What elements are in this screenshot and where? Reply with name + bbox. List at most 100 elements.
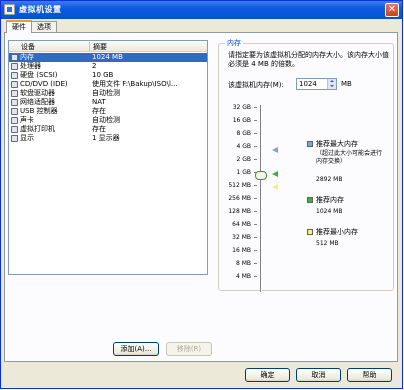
printer-icon xyxy=(11,126,18,133)
memory-slider-thumb[interactable] xyxy=(255,171,267,180)
recommended-max-marker-icon xyxy=(272,147,278,153)
scale-tick xyxy=(254,133,257,134)
floppy-icon xyxy=(11,90,18,97)
scale-label: 8 MB xyxy=(235,260,251,267)
scale-tick xyxy=(254,224,257,225)
legend-recommended-swatch xyxy=(307,197,313,203)
scale-label: 32 GB xyxy=(232,104,251,111)
legend-max-value: 2892 MB xyxy=(316,176,343,183)
hard-disk-icon xyxy=(11,72,18,79)
column-header-device[interactable]: 设备 xyxy=(21,42,35,52)
device-name: 网络适配器 xyxy=(20,98,55,106)
device-name: 软盘驱动器 xyxy=(20,89,55,97)
column-header-summary[interactable]: 摘要 xyxy=(93,42,107,52)
tab-hardware[interactable]: 硬件 xyxy=(6,20,32,33)
device-row[interactable]: USB 控制器 存在 xyxy=(9,107,207,116)
scale-tick xyxy=(254,185,257,186)
device-name: USB 控制器 xyxy=(20,107,58,115)
memory-slider-track[interactable] xyxy=(260,105,262,292)
add-device-button[interactable]: 添加(A)... xyxy=(113,342,159,356)
memory-unit: MB xyxy=(341,80,352,88)
device-name: 硬盘 (SCSI) xyxy=(20,71,58,79)
remove-device-button[interactable]: 移除(R) xyxy=(166,342,212,356)
device-row[interactable]: 处理器 2 xyxy=(9,62,207,71)
column-divider[interactable] xyxy=(89,42,90,51)
device-row[interactable]: 虚拟打印机 存在 xyxy=(9,125,207,134)
memory-spinbox[interactable]: 1024 xyxy=(296,78,337,90)
scale-label: 32 MB xyxy=(232,234,251,241)
device-row[interactable]: CD/DVD (IDE) 使用文件 F:\Bakup\ISO\l... xyxy=(9,80,207,89)
device-summary: 存在 xyxy=(92,125,106,133)
close-button[interactable]: ✕ xyxy=(385,3,399,17)
scale-tick xyxy=(254,250,257,251)
device-name: CD/DVD (IDE) xyxy=(20,80,68,88)
scale-tick xyxy=(254,211,257,212)
scale-label: 2 GB xyxy=(236,156,252,163)
device-name: 显示 xyxy=(20,134,34,142)
scale-tick xyxy=(254,198,257,199)
memory-group-label: 内存 xyxy=(225,38,243,48)
device-name: 虚拟打印机 xyxy=(20,125,55,133)
device-summary: 自动检测 xyxy=(92,89,120,97)
scale-tick xyxy=(254,237,257,238)
device-summary: 自动检测 xyxy=(92,116,120,124)
scale-label: 512 MB xyxy=(228,182,251,189)
device-row[interactable]: 内存 1024 MB xyxy=(9,53,207,62)
scale-label: 256 MB xyxy=(228,195,251,202)
scale-label: 1 GB xyxy=(236,169,252,176)
recommended-marker-icon xyxy=(272,171,278,177)
memory-value[interactable]: 1024 xyxy=(299,80,317,88)
scale-tick xyxy=(254,120,257,121)
display-icon xyxy=(11,135,18,142)
spin-buttons[interactable] xyxy=(327,79,336,89)
scale-label: 64 MB xyxy=(232,221,251,228)
help-button[interactable]: 帮助 xyxy=(347,368,392,382)
sound-card-icon xyxy=(11,117,18,124)
memory-description: 请指定要为该虚拟机分配的内存大小。该内存大小值必须是 4 MB 的倍数。 xyxy=(228,51,389,68)
device-row[interactable]: 网络适配器 NAT xyxy=(9,98,207,107)
list-header: 设备 摘要 xyxy=(9,41,207,52)
legend-min-value: 512 MB xyxy=(316,240,339,247)
device-row[interactable]: 软盘驱动器 自动检测 xyxy=(9,89,207,98)
scale-label: 16 GB xyxy=(232,117,251,124)
device-summary: 存在 xyxy=(92,107,106,115)
scale-tick xyxy=(254,263,257,264)
title-bar[interactable]: 虚拟机设置 ✕ xyxy=(1,1,402,19)
scale-label: 128 MB xyxy=(228,208,251,215)
close-icon: ✕ xyxy=(387,4,397,15)
memory-icon xyxy=(11,54,18,61)
scale-tick xyxy=(254,107,257,108)
device-list[interactable]: 设备 摘要 内存 1024 MB 处理器 2 硬盘 (SCSI) 10 GB CD/DVD … xyxy=(8,40,208,275)
scale-tick xyxy=(254,159,257,160)
scale-tick xyxy=(254,146,257,147)
cd-dvd-icon xyxy=(11,81,18,88)
device-row[interactable]: 显示 1 显示器 xyxy=(9,134,207,143)
legend-max-note: （超过此大小可能会进行内存交换） xyxy=(316,150,383,165)
cancel-button[interactable]: 取消 xyxy=(296,368,341,382)
scale-label: 16 MB xyxy=(232,247,251,254)
legend-min-swatch xyxy=(307,229,313,235)
scale-label: 4 GB xyxy=(236,143,252,150)
scale-label: 8 GB xyxy=(236,130,252,137)
usb-controller-icon xyxy=(11,108,18,115)
ok-button[interactable]: 确定 xyxy=(245,368,290,382)
device-summary: 10 GB xyxy=(92,71,114,79)
legend-max-swatch xyxy=(307,141,313,147)
device-row[interactable]: 声卡 自动检测 xyxy=(9,116,207,125)
scale-tick xyxy=(254,276,257,277)
recommended-min-marker-icon xyxy=(272,184,278,190)
spin-up-icon[interactable] xyxy=(330,80,334,82)
scale-label: 4 MB xyxy=(235,273,251,280)
network-adapter-icon xyxy=(11,99,18,106)
device-summary: 1024 MB xyxy=(92,53,123,61)
device-name: 内存 xyxy=(20,53,34,61)
device-name: 处理器 xyxy=(20,62,41,70)
vm-icon xyxy=(4,4,15,15)
window-title: 虚拟机设置 xyxy=(19,5,62,14)
spin-down-icon[interactable] xyxy=(330,85,334,87)
processor-icon xyxy=(11,63,18,70)
legend-max-label: 推荐最大内存 xyxy=(316,140,358,148)
device-summary: 使用文件 F:\Bakup\ISO\l... xyxy=(92,80,178,88)
legend-recommended-label: 推荐内存 xyxy=(316,196,344,204)
device-row[interactable]: 硬盘 (SCSI) 10 GB xyxy=(9,71,207,80)
